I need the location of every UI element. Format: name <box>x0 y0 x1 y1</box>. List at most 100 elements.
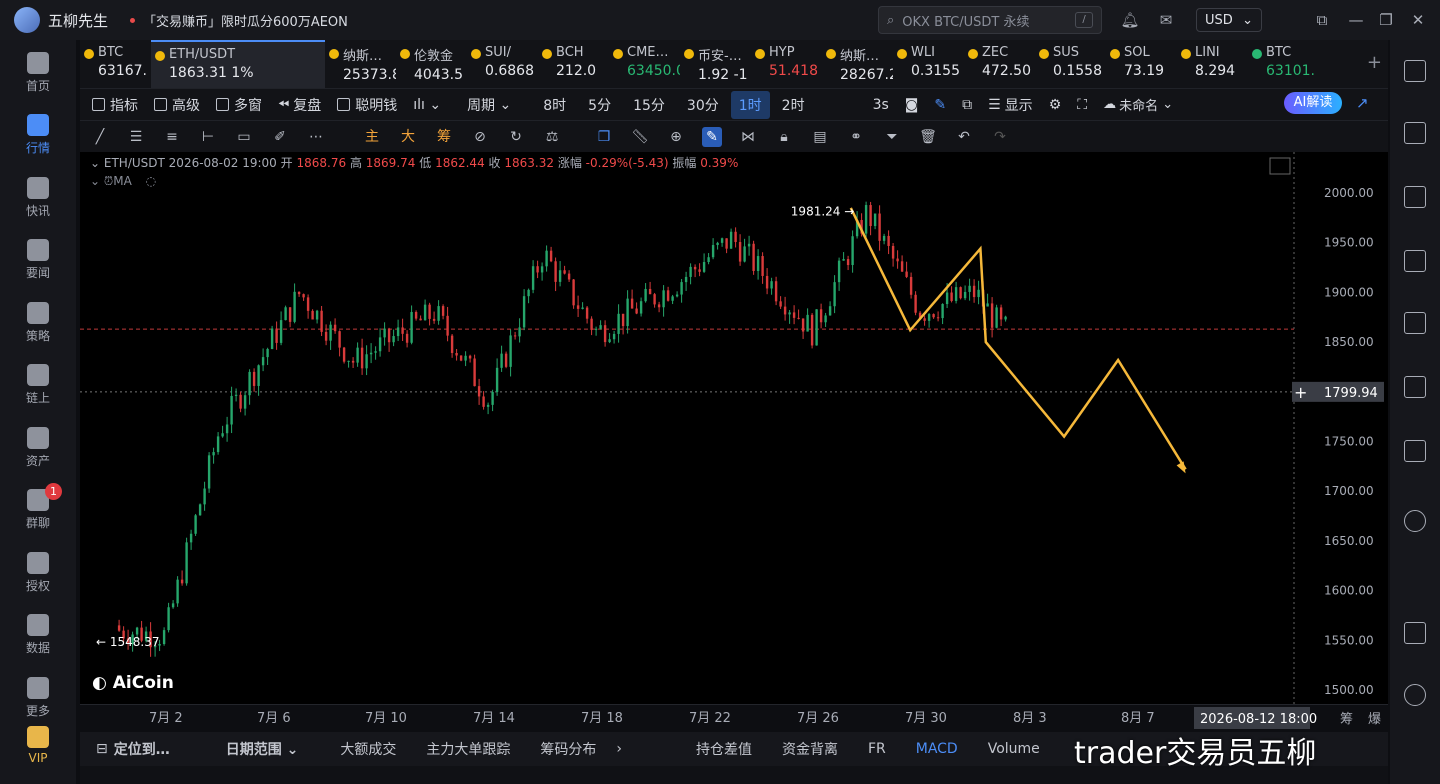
ticker-10[interactable]: WLI 0.3155 <box>893 40 964 88</box>
chip-button[interactable]: 筹 <box>434 127 454 147</box>
display-button[interactable]: ☰ 显示 <box>988 95 1033 115</box>
period-15m[interactable]: 15分 <box>633 95 665 115</box>
nav-home[interactable]: 首页 <box>0 52 76 94</box>
maximize-icon[interactable]: ❐ <box>1376 10 1396 30</box>
mail-icon[interactable]: ✉ <box>1156 10 1176 30</box>
rect-tool-icon[interactable]: ▭ <box>234 127 254 147</box>
ticker-0[interactable]: BTC 63167. <box>80 40 151 88</box>
big-trade-tab[interactable]: 大额成交 <box>340 739 396 759</box>
refresh-3s[interactable]: 3s <box>873 97 889 113</box>
close-icon[interactable]: ✕ <box>1408 10 1428 30</box>
ticker-1[interactable]: ETH/USDT 1863.31 1% <box>151 40 325 88</box>
nav-strategy[interactable]: 策略 <box>0 302 76 344</box>
settings-icon[interactable]: ⚙ <box>1049 97 1062 113</box>
funding-tab[interactable]: 资金背离 <box>782 739 838 759</box>
indicator-button[interactable]: 指标 <box>92 95 138 115</box>
hline-tool-icon[interactable]: ☰ <box>126 127 146 147</box>
oi-diff-tab[interactable]: 持仓差值 <box>696 739 752 759</box>
line-tool-icon[interactable]: ╱ <box>90 127 110 147</box>
filter-icon[interactable]: ⏷ <box>882 127 902 147</box>
bot-icon[interactable] <box>1404 440 1426 462</box>
ticker-12[interactable]: SUS 0.1558 <box>1035 40 1106 88</box>
more-tools-icon[interactable]: ⋯ <box>306 127 326 147</box>
zoom-icon[interactable]: ⊕ <box>666 127 686 147</box>
ticker-15[interactable]: BTC 63101. <box>1248 40 1319 88</box>
measure-icon[interactable]: ⚖ <box>542 127 562 147</box>
multi-window-button[interactable]: 多窗 <box>216 95 262 115</box>
layout-icon[interactable] <box>1404 622 1426 644</box>
locate-button[interactable]: 定位到… <box>114 739 170 759</box>
draw-active-icon[interactable]: ✎ <box>702 126 722 147</box>
expand-corner-icon[interactable] <box>1269 157 1291 175</box>
ai-analysis-button[interactable]: AI解读 <box>1284 92 1342 114</box>
main-button[interactable]: 主 <box>362 127 382 147</box>
ohlc-toggle-icon[interactable]: ⌄ <box>90 156 100 170</box>
ticker-3[interactable]: 伦敦金 4043.5 <box>396 40 467 88</box>
ruler-icon[interactable]: 📏︎ <box>630 127 650 147</box>
nav-chat[interactable]: 群聊 1 <box>0 483 76 531</box>
new-window-icon[interactable]: ⧉ <box>962 97 972 113</box>
chevron-right-icon[interactable]: › <box>616 741 622 757</box>
period-2h[interactable]: 2时 <box>782 95 805 115</box>
date-range-button[interactable]: 日期范围 ⌄ <box>204 739 299 759</box>
ticker-6[interactable]: CME… 63450.0 <box>609 40 680 88</box>
nav-flash[interactable]: 快讯 <box>0 177 76 219</box>
big-button[interactable]: 大 <box>398 127 418 147</box>
promo-link[interactable]: 「交易赚币」限时瓜分600万AEON <box>143 11 348 30</box>
headset-icon[interactable] <box>1404 684 1426 706</box>
search-input[interactable]: ⌕ OKX BTC/USDT 永续 / <box>878 6 1102 34</box>
brush-tool-icon[interactable]: ✐ <box>270 127 290 147</box>
dollar-icon[interactable] <box>1404 186 1426 208</box>
plus-icon[interactable]: + <box>1294 383 1307 402</box>
replay-button[interactable]: ⏪︎ 复盘 <box>278 95 321 115</box>
add-ticker-icon[interactable]: + <box>1367 52 1382 73</box>
minimize-icon[interactable]: — <box>1346 10 1366 30</box>
ticker-13[interactable]: SOL 73.19 <box>1106 40 1177 88</box>
ticker-4[interactable]: SUI/0.6868 <box>467 40 538 88</box>
nav-more[interactable]: 更多 <box>0 677 76 719</box>
ticker-11[interactable]: ZEC 472.50 <box>964 40 1035 88</box>
trend-icon[interactable] <box>1404 250 1426 272</box>
advanced-button[interactable]: 高级 <box>154 95 200 115</box>
eye-off-icon[interactable]: ◌ <box>146 174 156 188</box>
period-30m[interactable]: 30分 <box>687 95 719 115</box>
time-axis[interactable]: 7月 2 7月 6 7月 10 7月 14 7月 18 7月 22 7月 26 7月 30 8月… <box>80 704 1388 730</box>
period-select[interactable]: 周期 ⌄ <box>467 95 511 115</box>
locate-icon[interactable]: ⊟ <box>96 741 108 757</box>
template-icon[interactable]: ▤ <box>810 127 830 147</box>
magnet-icon[interactable]: ⋈ <box>738 127 758 147</box>
ma-legend[interactable]: ⌄ ⏰︎MA ◌ <box>90 174 156 189</box>
pen-icon[interactable]: ✎ <box>934 97 946 113</box>
nav-assets[interactable]: 资产 <box>0 427 76 469</box>
ticker-5[interactable]: BCH 212.0 <box>538 40 609 88</box>
smart-money-button[interactable]: 聪明钱 <box>337 95 397 115</box>
fr-tab[interactable]: FR <box>868 741 886 757</box>
lock-icon[interactable]: 🔒︎ <box>774 127 794 147</box>
nav-market[interactable]: 行情 <box>0 114 76 156</box>
nav-auth[interactable]: 授权 <box>0 552 76 594</box>
refresh-icon[interactable]: ↻ <box>506 127 526 147</box>
trash-icon[interactable]: 🗑︎ <box>918 127 938 147</box>
period-1h[interactable]: 1时 <box>730 90 770 119</box>
currency-select[interactable]: USD ⌄ <box>1196 8 1262 32</box>
chart-monitor-icon[interactable] <box>1404 312 1426 334</box>
period-8h[interactable]: 8时 <box>543 95 566 115</box>
bell-icon[interactable]: 🔔︎ <box>1120 10 1140 30</box>
macd-tab[interactable]: MACD <box>916 741 958 757</box>
redo-icon[interactable]: ↷ <box>990 127 1010 147</box>
avatar[interactable] <box>14 7 40 33</box>
watchlist-icon[interactable] <box>1404 60 1426 82</box>
nav-onchain[interactable]: 链上 <box>0 364 76 406</box>
chart-type-select[interactable]: ılı ⌄ <box>413 97 441 113</box>
channel-tool-icon[interactable]: ≡ <box>162 127 182 147</box>
projection-path[interactable] <box>849 207 1187 470</box>
ticker-7[interactable]: 币安-… 1.92 -1 <box>680 40 751 88</box>
toggle-icon[interactable]: ⊘ <box>470 127 490 147</box>
big-order-tab[interactable]: 主力大单跟踪 <box>426 739 510 759</box>
orderbook-icon[interactable] <box>1404 122 1426 144</box>
chevron-down-icon[interactable]: ⌄ <box>90 174 100 188</box>
ticker-14[interactable]: LINI 8.294 <box>1177 40 1248 88</box>
copy-icon[interactable]: ❐ <box>594 127 614 147</box>
chip-dist-tab[interactable]: 筹码分布 <box>540 739 596 759</box>
camera-icon[interactable]: ◙ <box>905 97 919 113</box>
